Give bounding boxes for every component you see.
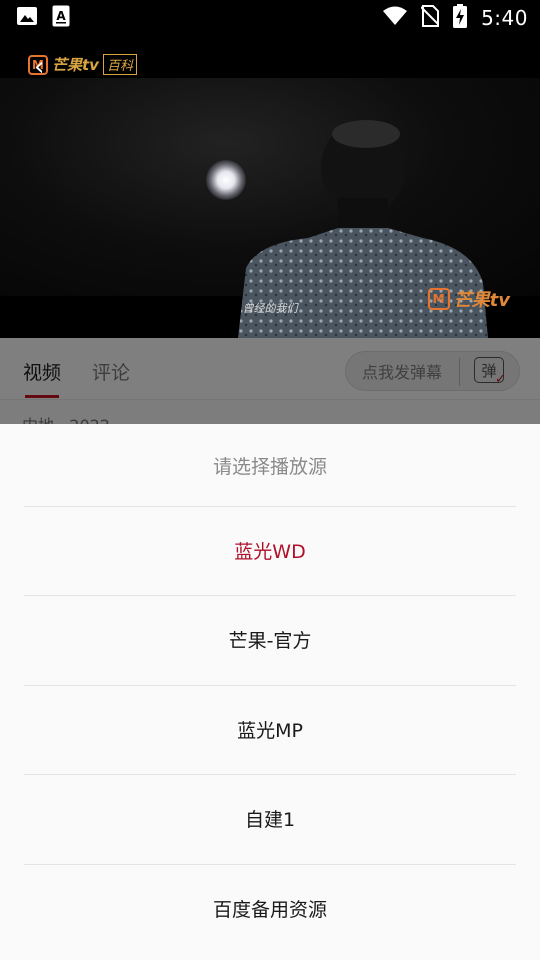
source-option-label: 蓝光WD	[234, 541, 306, 563]
text-format-icon: A	[52, 5, 70, 31]
source-option[interactable]: 自建1	[0, 774, 540, 863]
watermark-text: 芒果tv	[453, 290, 510, 311]
tab-bar: 视频 评论 点我发弹幕 弹 ✓	[0, 338, 540, 400]
back-arrow-icon[interactable]: ‹	[34, 54, 60, 80]
danmaku-toggle-button[interactable]: 弹 ✓	[474, 357, 506, 387]
video-player[interactable]: M 芒果tv 百科 ‹ 曾经的我们 M 芒果tv	[0, 36, 540, 338]
tab-video[interactable]: 视频	[23, 358, 61, 385]
tab-comments[interactable]: 评论	[92, 358, 130, 385]
source-picker-sheet: 请选择播放源 蓝光WD 芒果-官方 蓝光MP 自建1 百度备用资源	[0, 424, 540, 960]
source-option-label: 百度备用资源	[212, 899, 327, 921]
mango-logo-icon: M	[427, 288, 450, 310]
battery-charging-icon	[453, 4, 468, 32]
wifi-icon	[383, 6, 408, 30]
source-option-label: 蓝光MP	[237, 720, 303, 742]
no-sim-icon	[420, 5, 440, 31]
source-option[interactable]: 芒果-官方	[0, 595, 540, 684]
logo-badge: 百科	[102, 54, 137, 75]
clock: 5:40	[481, 6, 528, 30]
svg-text:A: A	[56, 9, 66, 23]
source-option[interactable]: 百度备用资源	[0, 864, 540, 953]
source-option[interactable]: 蓝光WD	[0, 506, 540, 595]
check-icon: ✓	[495, 372, 506, 387]
active-tab-indicator	[25, 395, 59, 398]
sheet-title: 请选择播放源	[212, 455, 327, 478]
divider	[459, 358, 460, 386]
mango-tv-watermark: M 芒果tv	[427, 286, 510, 312]
danmaku-input[interactable]: 点我发弹幕 弹 ✓	[345, 351, 520, 391]
source-option-label: 自建1	[244, 809, 296, 831]
source-option-label: 芒果-官方	[228, 630, 312, 652]
danmaku-placeholder: 点我发弹幕	[362, 363, 443, 382]
image-icon	[16, 6, 38, 30]
video-frame	[0, 78, 540, 338]
screen: A 5:40 M 芒果tv 百科 ‹ 曾经的我们 M 芒果tv 视频 评论 点我…	[0, 0, 540, 960]
status-bar: A 5:40	[0, 0, 540, 36]
source-option[interactable]: 蓝光MP	[0, 685, 540, 774]
